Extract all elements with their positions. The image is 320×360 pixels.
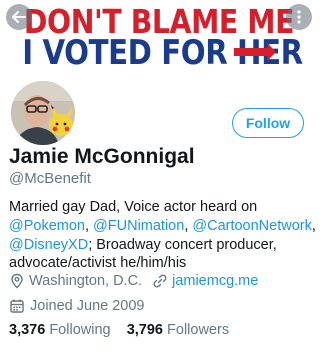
followers-count: 3,796 [126, 322, 163, 338]
user-handle: @McBenefit [9, 170, 91, 187]
bio-line-2: @Pokemon, @FUNimation, @CartoonNetwork, [9, 217, 316, 236]
more-vertical-icon [297, 10, 301, 24]
followers-link[interactable]: 3,796 Followers [127, 322, 229, 338]
bio-line-3: @DisneyXD; Broadway concert producer, [9, 236, 314, 255]
bio-separator: , [311, 217, 316, 234]
location-text: Washington, D.C. [29, 273, 143, 289]
profile-meta-joined-row: Joined June 2009 [9, 298, 145, 314]
banner-line-2: I VOTED FOR HER [22, 33, 303, 73]
banner-line-2-prefix: I VOTED FOR [22, 33, 238, 73]
mention-pokemon[interactable]: @Pokemon [9, 218, 85, 234]
more-options-button[interactable] [286, 4, 312, 30]
followers-label: Followers [167, 322, 230, 338]
location-pin-icon [11, 273, 23, 289]
joined-date-text: Joined June 2009 [30, 298, 145, 314]
bio-line-4: advocate/activist he/him/his [9, 255, 187, 272]
profile-bio: Married gay Dad, Voice actor heard on @P… [9, 198, 316, 273]
following-label: Following [49, 322, 111, 338]
mention-funimation[interactable]: @FUNimation [93, 218, 184, 234]
avatar-photo [11, 81, 75, 145]
display-name: Jamie McGonnigal [9, 145, 195, 168]
back-arrow-icon [12, 11, 26, 23]
avatar[interactable] [8, 78, 78, 148]
bio-line-1: Married gay Dad, Voice actor heard on [9, 199, 258, 215]
link-icon [153, 274, 167, 288]
mention-cartoonnetwork[interactable]: @CartoonNetwork [192, 218, 311, 234]
calendar-icon [10, 299, 24, 313]
profile-meta-location-row: Washington, D.C. jamiemcg.me [9, 273, 258, 289]
back-button[interactable] [6, 4, 32, 30]
following-count: 3,376 [9, 322, 46, 338]
arrow-logo-icon [233, 43, 276, 61]
mention-disneyxd[interactable]: @DisneyXD [9, 237, 88, 253]
website-link[interactable]: jamiemcg.me [172, 273, 258, 289]
banner-logo-h: H [233, 33, 276, 73]
following-link[interactable]: 3,376 Following [9, 322, 111, 338]
follow-button[interactable]: Follow [232, 108, 304, 138]
follow-counts: 3,376 Following 3,796 Followers [9, 322, 229, 338]
bio-line-3-text: ; Broadway concert producer, [88, 236, 277, 253]
bio-separator: , [84, 217, 94, 234]
profile-banner[interactable]: DON'T BLAME ME I VOTED FOR HER [0, 0, 318, 78]
